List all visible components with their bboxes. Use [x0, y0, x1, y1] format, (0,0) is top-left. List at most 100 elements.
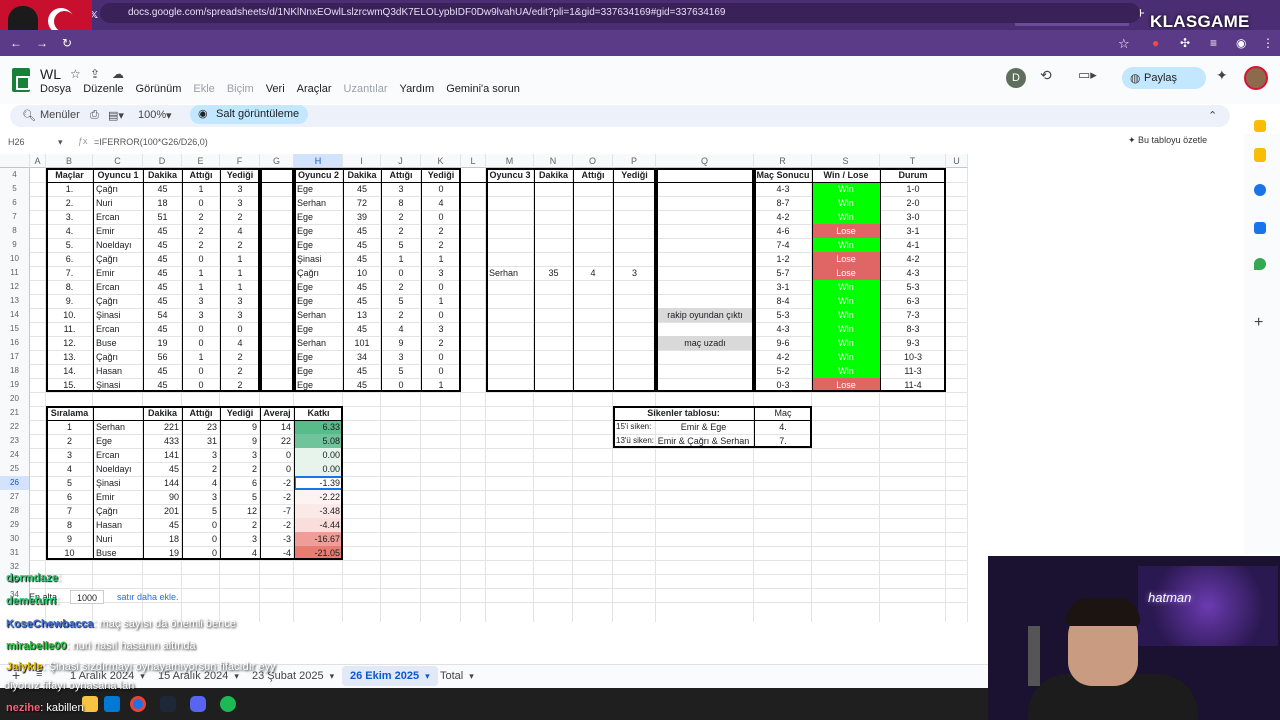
column-header[interactable]: M: [486, 154, 534, 168]
extensions-puzzle-icon[interactable]: ✣: [1180, 36, 1190, 50]
row-header[interactable]: 11: [0, 266, 30, 280]
column-header[interactable]: E: [182, 154, 220, 168]
row-header[interactable]: 22: [0, 420, 30, 434]
menus-button[interactable]: Menüler: [40, 109, 80, 121]
search-icon[interactable]: 🔍︎: [22, 109, 36, 122]
chevron-down-icon[interactable]: ▾: [58, 137, 63, 148]
column-header[interactable]: T: [880, 154, 946, 168]
url-field[interactable]: docs.google.com/spreadsheets/d/1NKlNnxEO…: [100, 3, 1140, 23]
menu-item[interactable]: Araçlar: [297, 83, 332, 95]
forward-icon[interactable]: →: [36, 36, 48, 50]
bookmark-star-icon[interactable]: ☆: [1118, 36, 1130, 52]
spotify-icon[interactable]: [220, 696, 236, 712]
gemini-icon[interactable]: ✦: [1216, 67, 1228, 84]
row-header[interactable]: 14: [0, 308, 30, 322]
sheets-logo-icon[interactable]: [12, 68, 30, 92]
tasks-icon[interactable]: [1254, 184, 1266, 196]
menu-item[interactable]: Gemini'a sorun: [446, 83, 520, 95]
row-header[interactable]: 28: [0, 504, 30, 518]
add-rows-input[interactable]: 1000: [70, 590, 104, 604]
column-header[interactable]: H: [294, 154, 343, 168]
profile-icon[interactable]: ◉: [1236, 36, 1246, 50]
keep-icon[interactable]: [1254, 120, 1266, 132]
row-header[interactable]: 6: [0, 196, 30, 210]
history-icon[interactable]: ⟲: [1040, 67, 1052, 84]
star-icon[interactable]: ☆: [70, 67, 81, 81]
menu-item[interactable]: Veri: [266, 83, 285, 95]
folder-icon[interactable]: [82, 696, 98, 712]
row-header[interactable]: 9: [0, 238, 30, 252]
row-header[interactable]: 30: [0, 532, 30, 546]
column-header[interactable]: G: [260, 154, 294, 168]
row-header[interactable]: 31: [0, 546, 30, 560]
row-header[interactable]: 8: [0, 224, 30, 238]
user-avatar[interactable]: [1244, 66, 1268, 90]
column-header[interactable]: N: [534, 154, 573, 168]
sheet-tab[interactable]: Total ▾: [440, 670, 474, 682]
chevron-down-icon[interactable]: ▾: [166, 109, 172, 122]
notes-icon[interactable]: [1254, 148, 1266, 162]
column-header[interactable]: R: [754, 154, 812, 168]
zoom-select[interactable]: 100%: [138, 109, 166, 121]
avatar[interactable]: D: [1006, 68, 1026, 88]
meet-icon[interactable]: ▭▸: [1078, 67, 1097, 83]
column-header[interactable]: L: [461, 154, 486, 168]
row-header[interactable]: 19: [0, 378, 30, 392]
column-header[interactable]: P: [613, 154, 656, 168]
row-header[interactable]: 16: [0, 336, 30, 350]
row-header[interactable]: 4: [0, 168, 30, 182]
row-header[interactable]: 5: [0, 182, 30, 196]
spreadsheet-grid[interactable]: A B C D E F G H I J K L M N O P Q R S T U 4 5 6 7 8 9 10 11 12 13 14 15 1…: [0, 154, 968, 622]
row-header[interactable]: 20: [0, 392, 30, 406]
row-header[interactable]: 18: [0, 364, 30, 378]
column-header[interactable]: O: [573, 154, 613, 168]
column-header[interactable]: B: [46, 154, 93, 168]
column-header[interactable]: C: [93, 154, 143, 168]
column-header[interactable]: D: [143, 154, 182, 168]
readonly-badge[interactable]: ◉ Salt görüntüleme: [190, 105, 308, 124]
menu-item[interactable]: Dosya: [40, 83, 71, 95]
row-header[interactable]: 7: [0, 210, 30, 224]
row-header[interactable]: 25: [0, 462, 30, 476]
column-header[interactable]: K: [421, 154, 461, 168]
steam-icon[interactable]: [160, 696, 176, 712]
add-rows-button[interactable]: satır daha ekle.: [114, 590, 204, 604]
back-icon[interactable]: ←: [10, 36, 22, 50]
menu-item[interactable]: Ekle: [193, 83, 214, 95]
contacts-icon[interactable]: [1254, 222, 1266, 234]
menu-item[interactable]: Biçim: [227, 83, 254, 95]
add-addon-icon[interactable]: +: [1254, 314, 1263, 332]
row-header[interactable]: 23: [0, 434, 30, 448]
row-header[interactable]: 10: [0, 252, 30, 266]
column-header[interactable]: Q: [656, 154, 754, 168]
document-title[interactable]: WL: [40, 66, 61, 82]
collapse-toolbar-icon[interactable]: ⌃: [1208, 109, 1217, 122]
row-header[interactable]: 17: [0, 350, 30, 364]
media-icon[interactable]: ≡: [1210, 36, 1217, 50]
maps-icon[interactable]: [1254, 258, 1266, 270]
row-header[interactable]: 26: [0, 476, 30, 490]
row-header[interactable]: 13: [0, 294, 30, 308]
column-header[interactable]: A: [30, 154, 46, 168]
view-mode-icon[interactable]: ▤▾: [108, 109, 124, 122]
row-header[interactable]: 21: [0, 406, 30, 420]
reload-icon[interactable]: ↻: [62, 36, 72, 50]
chrome-icon[interactable]: [130, 696, 146, 712]
chrome-menu-icon[interactable]: ⋮: [1262, 36, 1274, 50]
column-header[interactable]: F: [220, 154, 260, 168]
row-header[interactable]: 24: [0, 448, 30, 462]
move-folder-icon[interactable]: ⇪: [90, 67, 100, 81]
menu-item[interactable]: Yardım: [400, 83, 435, 95]
column-header[interactable]: S: [812, 154, 880, 168]
sheet-tab[interactable]: 26 Ekim 2025 ▾: [342, 666, 438, 686]
extension-icon[interactable]: ●: [1152, 36, 1159, 50]
column-header[interactable]: J: [381, 154, 421, 168]
formula-text[interactable]: =IFERROR(100*G26/D26,0): [94, 137, 208, 147]
row-header[interactable]: 29: [0, 518, 30, 532]
column-header[interactable]: U: [946, 154, 968, 168]
row-header[interactable]: 12: [0, 280, 30, 294]
menu-item[interactable]: Görünüm: [136, 83, 182, 95]
outlook-icon[interactable]: [104, 696, 120, 712]
menu-item[interactable]: Düzenle: [83, 83, 123, 95]
summarize-button[interactable]: ✦ Bu tabloyu özetle: [1128, 135, 1228, 149]
